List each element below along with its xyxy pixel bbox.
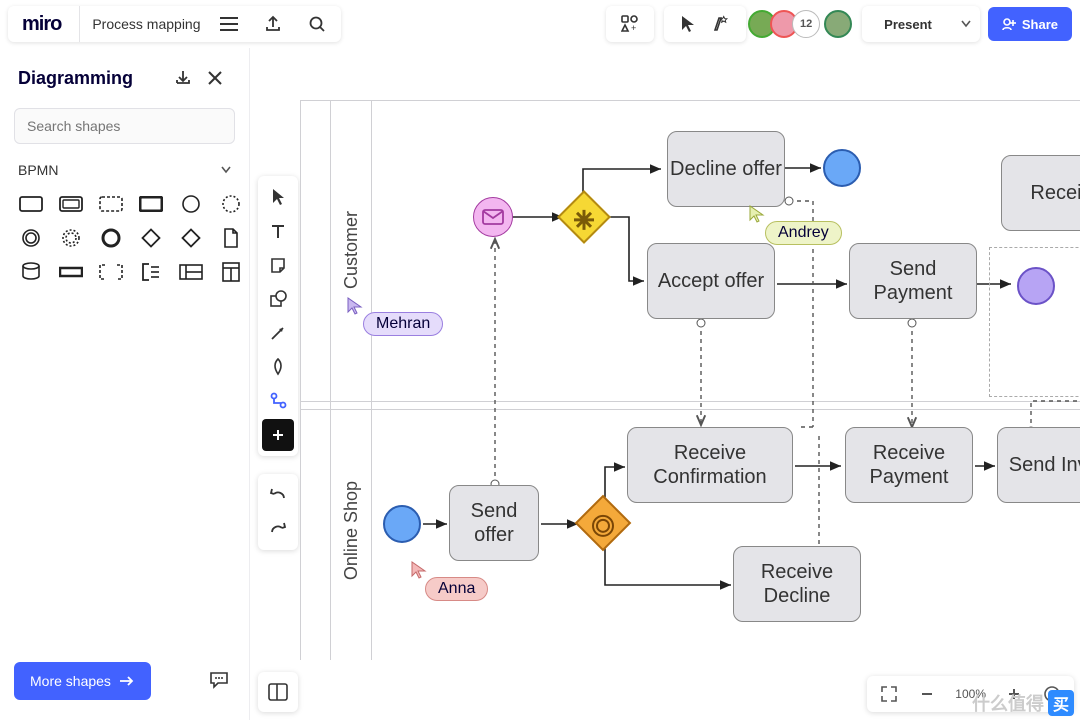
shape-pool-h[interactable] xyxy=(174,258,208,286)
reactions-icon[interactable] xyxy=(706,8,738,40)
search-icon[interactable] xyxy=(301,8,333,40)
logo: miro xyxy=(16,13,67,36)
sticky-tool[interactable] xyxy=(262,249,294,281)
cursor-anna: Anna xyxy=(425,577,488,601)
shape-intermediate-dashed2[interactable] xyxy=(54,224,88,252)
cursor-andrey: Andrey xyxy=(765,221,842,245)
shape-palette xyxy=(0,182,249,294)
shape-annotation[interactable] xyxy=(54,258,88,286)
present-button[interactable]: Present xyxy=(872,7,944,41)
shape-data-object[interactable] xyxy=(214,224,248,252)
node-receive-payment[interactable]: Receive Payment xyxy=(845,427,973,503)
collaborator-avatars[interactable]: 12 xyxy=(754,10,852,38)
svg-text:+: + xyxy=(631,23,636,33)
watermark: 什么值得买 xyxy=(972,690,1074,716)
shape-call-activity[interactable] xyxy=(134,190,168,218)
arrow-tool[interactable] xyxy=(262,317,294,349)
cursor-mode-icon[interactable] xyxy=(672,8,704,40)
text-tool[interactable] xyxy=(262,215,294,247)
zoom-out-icon[interactable] xyxy=(911,678,943,710)
fit-icon[interactable] xyxy=(873,678,905,710)
node-send-invoice[interactable]: Send Invoic xyxy=(997,427,1080,503)
node-send-offer[interactable]: Send offer xyxy=(449,485,539,561)
shape-task[interactable] xyxy=(14,190,48,218)
cursor-mehran: Mehran xyxy=(363,312,443,336)
import-icon[interactable] xyxy=(167,62,199,94)
undo-button[interactable] xyxy=(262,479,294,511)
node-accept-offer[interactable]: Accept offer xyxy=(647,243,775,319)
shape-intermediate-event[interactable] xyxy=(14,224,48,252)
node-receive-top[interactable]: Receiv xyxy=(1001,155,1080,231)
menu-icon[interactable] xyxy=(213,8,245,40)
present-dropdown-icon[interactable] xyxy=(956,8,976,40)
node-decline-offer[interactable]: Decline offer xyxy=(667,131,785,207)
apps-icon[interactable]: + xyxy=(614,8,646,40)
shape-start-event[interactable] xyxy=(174,190,208,218)
shape-intermediate-dashed[interactable] xyxy=(214,190,248,218)
close-icon[interactable] xyxy=(199,62,231,94)
minimap-toggle[interactable] xyxy=(258,672,298,712)
share-button[interactable]: Share xyxy=(988,7,1072,41)
pen-tool[interactable] xyxy=(262,351,294,383)
shape-end-event[interactable] xyxy=(94,224,128,252)
shape-transaction[interactable] xyxy=(54,190,88,218)
shapes-panel: Diagramming BPMN More shapes xyxy=(0,48,250,720)
select-tool[interactable] xyxy=(262,181,294,213)
add-tool[interactable] xyxy=(262,419,294,451)
shape-gateway[interactable] xyxy=(134,224,168,252)
comment-icon[interactable] xyxy=(203,664,235,696)
node-receive-decline[interactable]: Receive Decline xyxy=(733,546,861,622)
shape-event-subprocess[interactable] xyxy=(94,190,128,218)
diagram-tool[interactable] xyxy=(262,385,294,417)
panel-title: Diagramming xyxy=(18,68,133,89)
more-shapes-button[interactable]: More shapes xyxy=(14,662,151,700)
start-event-message[interactable] xyxy=(473,197,513,237)
redo-button[interactable] xyxy=(262,513,294,545)
tool-toolbar xyxy=(258,176,298,456)
end-event-top[interactable] xyxy=(823,149,861,187)
search-input[interactable] xyxy=(14,108,235,144)
section-bpmn[interactable]: BPMN xyxy=(0,158,249,182)
board-title[interactable]: Process mapping xyxy=(79,6,200,42)
start-event-bottom[interactable] xyxy=(383,505,421,543)
node-send-payment[interactable]: Send Payment xyxy=(849,243,977,319)
shape-text-annotation[interactable] xyxy=(134,258,168,286)
canvas[interactable]: Customer Online Shop xyxy=(300,100,1080,660)
node-receive-confirmation[interactable]: Receive Confirmation xyxy=(627,427,793,503)
shape-gateway2[interactable] xyxy=(174,224,208,252)
shape-group[interactable] xyxy=(94,258,128,286)
shape-data-store[interactable] xyxy=(14,258,48,286)
export-icon[interactable] xyxy=(257,8,289,40)
shape-tool[interactable] xyxy=(262,283,294,315)
shape-pool-v[interactable] xyxy=(214,258,248,286)
